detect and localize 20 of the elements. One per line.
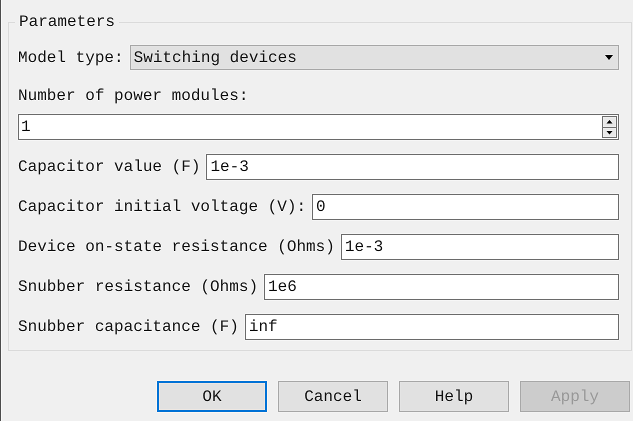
spin-field[interactable]: 1 xyxy=(18,114,619,140)
spin-buttons[interactable] xyxy=(602,116,617,138)
field-label: Device on-state resistance (Ohms) xyxy=(18,237,335,258)
dialog-button[interactable]: Cancel xyxy=(278,381,388,412)
field-label: Snubber resistance (Ohms) xyxy=(18,277,258,298)
dropdown-arrow-icon xyxy=(605,55,613,60)
dialog-button[interactable]: Help xyxy=(399,381,509,412)
field-label: Capacitor initial voltage (V): xyxy=(18,197,306,218)
input-field[interactable]: inf xyxy=(244,314,619,340)
field-label: Model type: xyxy=(18,48,124,68)
input-field[interactable]: 1e6 xyxy=(264,274,619,300)
down-arrow-icon xyxy=(603,126,616,137)
field-label: Number of power modules: xyxy=(18,86,250,107)
input-field[interactable]: 1e-3 xyxy=(340,234,619,260)
field-label: Capacitor value (F) xyxy=(18,157,200,178)
model-type-dropdown[interactable]: Switching devices xyxy=(130,45,619,70)
input-field[interactable]: 1e-3 xyxy=(206,154,619,180)
dialog-button[interactable]: OK xyxy=(157,381,267,412)
input-field[interactable]: 0 xyxy=(312,194,619,220)
field-label: Snubber capacitance (F) xyxy=(18,317,239,338)
